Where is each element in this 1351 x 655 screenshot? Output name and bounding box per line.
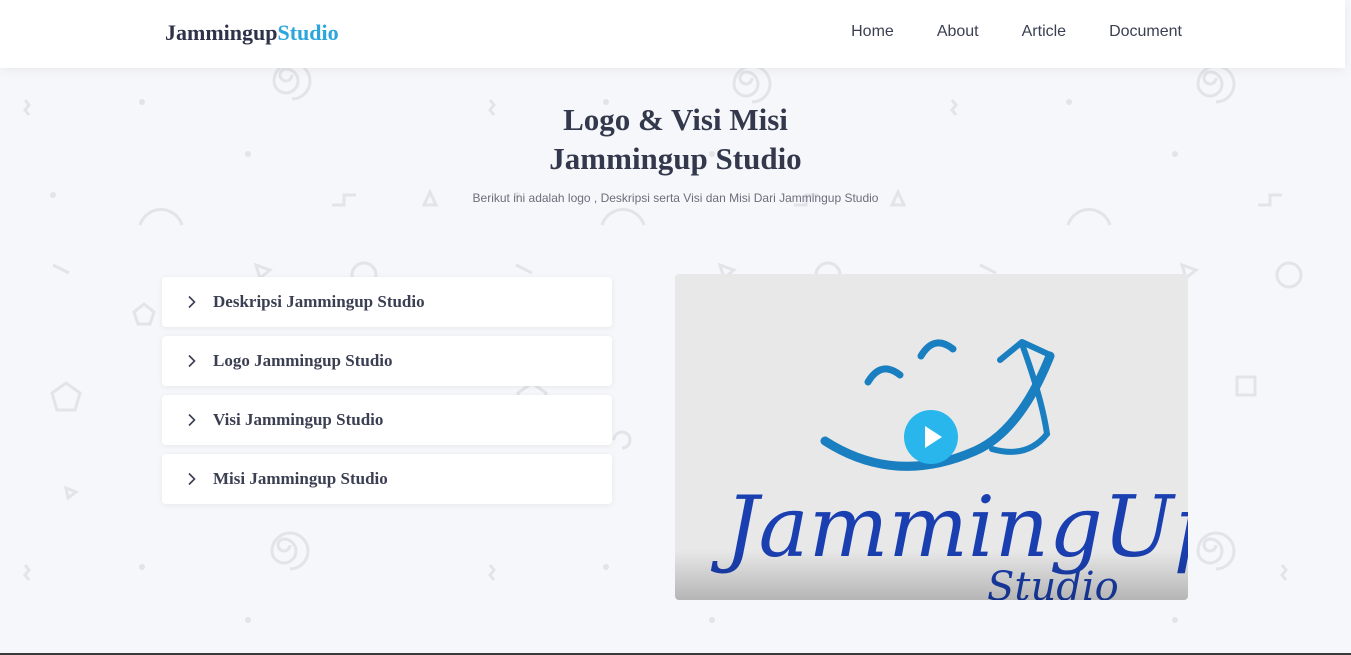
top-navbar: JammingupStudio Home About Article Docum… [0, 0, 1345, 68]
nav-document[interactable]: Document [1109, 23, 1182, 41]
section-subtitle: Berikut ini adalah logo , Deskripsi sert… [472, 191, 879, 205]
nav-home[interactable]: Home [851, 23, 894, 41]
accordion-item-logo[interactable]: Logo Jammingup Studio [162, 336, 612, 386]
accordion-item-deskripsi[interactable]: Deskripsi Jammingup Studio [162, 277, 612, 327]
brand-name: Jammingup [165, 20, 278, 45]
play-icon [925, 426, 942, 448]
chevron-right-icon [185, 413, 199, 427]
accordion-label: Logo Jammingup Studio [213, 351, 393, 370]
accordion-label: Deskripsi Jammingup Studio [213, 292, 425, 311]
faq-accordion: Deskripsi Jammingup Studio Logo Jammingu… [162, 277, 612, 513]
chevron-right-icon [185, 295, 199, 309]
chevron-right-icon [185, 354, 199, 368]
brand-accent: Studio [277, 20, 339, 45]
accordion-item-visi[interactable]: Visi Jammingup Studio [162, 395, 612, 445]
section-title-line1: Logo & Visi Misi [563, 102, 788, 137]
chevron-right-icon [185, 472, 199, 486]
accordion-label: Misi Jammingup Studio [213, 469, 388, 488]
brand-logo[interactable]: JammingupStudio [165, 20, 339, 46]
nav-article[interactable]: Article [1022, 23, 1066, 41]
section-title: Logo & Visi Misi Jammingup Studio [0, 100, 1351, 178]
nav-about[interactable]: About [937, 23, 979, 41]
main-nav: Home About Article Document [808, 23, 1182, 41]
accordion-label: Visi Jammingup Studio [213, 410, 384, 429]
accordion-item-misi[interactable]: Misi Jammingup Studio [162, 454, 612, 504]
section-title-line2: Jammingup Studio [549, 141, 802, 176]
play-button[interactable] [904, 410, 958, 464]
video-shade [675, 550, 1188, 600]
